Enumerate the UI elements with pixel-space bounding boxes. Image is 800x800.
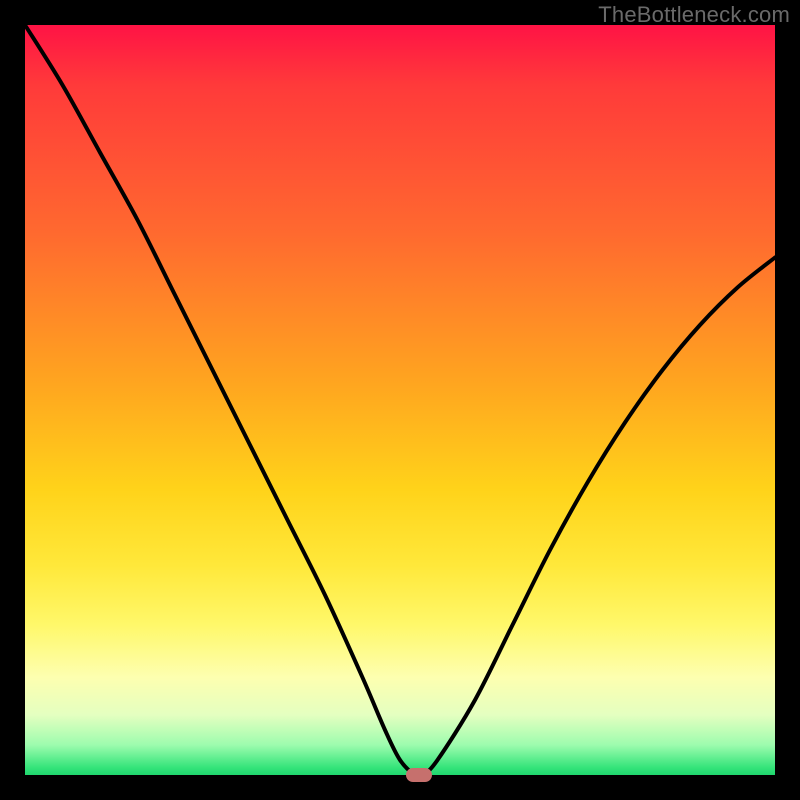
bottleneck-curve — [25, 25, 775, 775]
chart-frame: TheBottleneck.com — [0, 0, 800, 800]
watermark-text: TheBottleneck.com — [598, 2, 790, 28]
optimal-point-marker — [406, 768, 432, 782]
plot-area — [25, 25, 775, 775]
